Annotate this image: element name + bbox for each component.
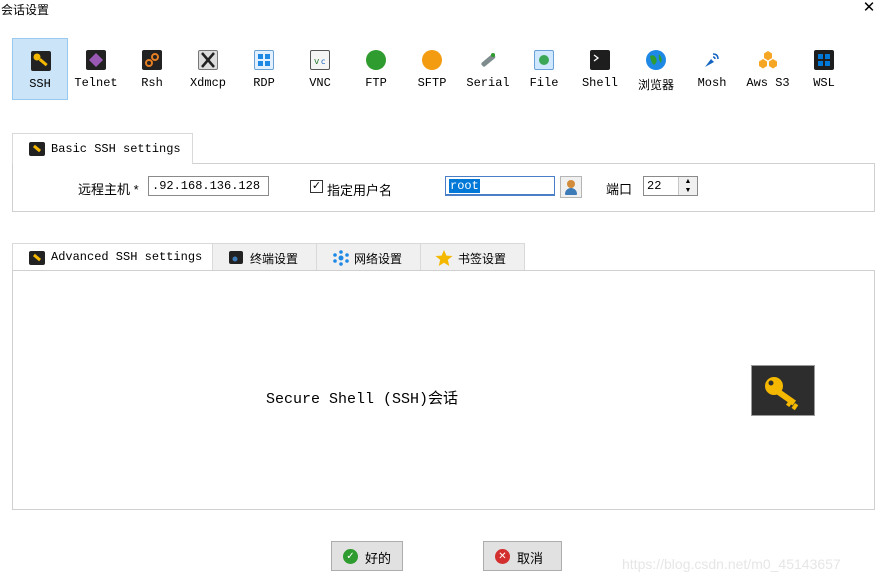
wrench-icon xyxy=(29,142,45,156)
telnet-icon xyxy=(86,50,106,70)
user-icon xyxy=(567,180,575,188)
tool-label: SFTP xyxy=(417,76,447,90)
tool-sftp[interactable]: SFTP xyxy=(404,38,460,100)
username-input[interactable]: root xyxy=(445,176,555,196)
check-icon: ✓ xyxy=(343,549,358,564)
tab-label: Basic SSH settings xyxy=(51,142,181,156)
tool-label: File xyxy=(529,76,559,90)
cancel-label: 取消 xyxy=(517,551,544,566)
watermark: https://blog.csdn.net/m0_45143657 xyxy=(622,556,841,572)
tab-label: 网络设置 xyxy=(354,252,403,266)
tab-label: 终端设置 xyxy=(250,252,299,266)
ok-button[interactable]: ✓ 好的 xyxy=(331,541,403,571)
svg-text:c: c xyxy=(321,57,325,66)
cancel-icon: ✕ xyxy=(495,549,510,564)
tab-label: 书签设置 xyxy=(458,252,507,266)
tool-serial[interactable]: Serial xyxy=(460,38,516,100)
tool-label: SSH xyxy=(29,77,51,91)
tool-label: Serial xyxy=(466,76,510,90)
tool-browser[interactable]: 浏览器 xyxy=(628,38,684,100)
cancel-button[interactable]: ✕ 取消 xyxy=(483,541,562,571)
sftp-icon xyxy=(422,50,442,70)
ssh-key-icon xyxy=(751,365,815,416)
tab-network-settings[interactable]: 网络设置 xyxy=(316,243,421,271)
star-icon xyxy=(435,249,453,270)
aws-s3-icon xyxy=(758,50,778,70)
specify-user-checkbox[interactable]: ✓ xyxy=(310,180,323,193)
title-bar: 会话设置 ✕ xyxy=(0,0,882,20)
tool-label: Shell xyxy=(581,76,618,90)
tool-label: VNC xyxy=(309,76,331,90)
wsl-icon xyxy=(814,50,834,70)
tool-label: Xdmcp xyxy=(189,76,226,90)
tool-aws-s3[interactable]: Aws S3 xyxy=(740,38,796,100)
ftp-icon xyxy=(366,50,386,70)
browser-icon xyxy=(646,50,666,70)
rsh-icon xyxy=(142,50,162,70)
select-user-button[interactable] xyxy=(560,176,582,198)
tab-basic-ssh-settings[interactable]: Basic SSH settings xyxy=(12,133,193,164)
tool-label: Telnet xyxy=(74,76,118,90)
ok-label: 好的 xyxy=(365,551,392,566)
tool-rsh[interactable]: Rsh xyxy=(124,38,180,100)
rdp-icon xyxy=(254,50,274,70)
tool-label: Rsh xyxy=(141,76,163,90)
tool-label: RDP xyxy=(253,76,275,90)
tool-vnc[interactable]: vc VNC xyxy=(292,38,348,100)
file-icon xyxy=(534,50,554,70)
window-title: 会话设置 xyxy=(1,3,50,17)
tool-label: 浏览器 xyxy=(637,78,674,92)
spin-up-icon[interactable]: ▲ xyxy=(679,177,697,186)
network-icon xyxy=(333,250,349,269)
tool-mosh[interactable]: Mosh xyxy=(684,38,740,100)
serial-icon xyxy=(478,50,498,70)
tool-wsl[interactable]: WSL xyxy=(796,38,852,100)
terminal-icon xyxy=(229,251,243,264)
svg-text:v: v xyxy=(314,57,320,67)
specify-user-label: 指定用户名 xyxy=(327,183,393,198)
xdmcp-icon xyxy=(198,50,218,70)
tab-bookmark-settings[interactable]: 书签设置 xyxy=(420,243,525,271)
tool-label: Mosh xyxy=(697,76,727,90)
tab-label: Advanced SSH settings xyxy=(51,250,203,264)
spin-down-icon[interactable]: ▼ xyxy=(679,186,697,195)
tool-label: WSL xyxy=(813,76,835,90)
remote-host-label: 远程主机 * xyxy=(78,182,139,197)
close-icon[interactable]: ✕ xyxy=(860,0,878,17)
remote-host-input[interactable]: .92.168.136.128 xyxy=(148,176,269,196)
tool-telnet[interactable]: Telnet xyxy=(68,38,124,100)
tab-terminal-settings[interactable]: 终端设置 xyxy=(212,243,317,271)
wrench-icon xyxy=(29,251,45,265)
username-value: root xyxy=(449,179,480,193)
tool-file[interactable]: File xyxy=(516,38,572,100)
tool-shell[interactable]: Shell xyxy=(572,38,628,100)
tab-advanced-ssh-settings[interactable]: Advanced SSH settings xyxy=(12,243,213,271)
tool-label: Aws S3 xyxy=(746,76,790,90)
tool-label: FTP xyxy=(365,76,387,90)
session-description: Secure Shell (SSH)会话 xyxy=(266,391,459,408)
vnc-icon: vc xyxy=(310,50,330,70)
port-spinner[interactable]: ▲ ▼ xyxy=(678,177,697,195)
tool-ssh[interactable]: SSH xyxy=(12,38,68,100)
mosh-icon xyxy=(702,50,722,70)
shell-icon xyxy=(590,50,610,70)
tool-xdmcp[interactable]: Xdmcp xyxy=(180,38,236,100)
ssh-key-icon xyxy=(31,51,51,71)
port-label: 端口 xyxy=(606,182,633,197)
tool-ftp[interactable]: FTP xyxy=(348,38,404,100)
basic-settings-panel xyxy=(12,163,875,212)
tool-rdp[interactable]: RDP xyxy=(236,38,292,100)
